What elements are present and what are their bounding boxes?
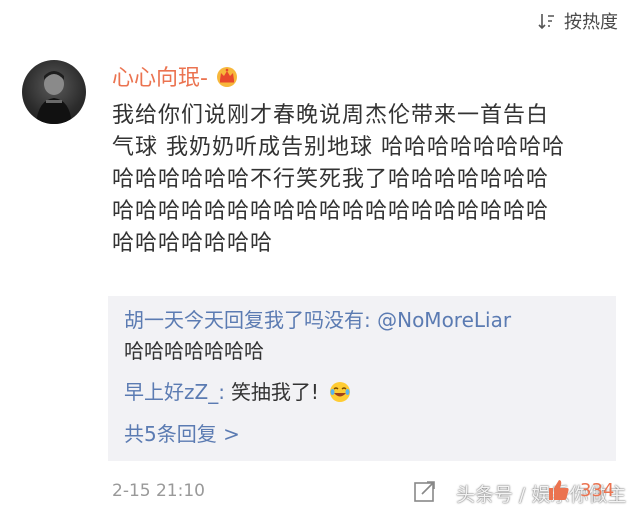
share-icon[interactable] bbox=[412, 478, 438, 504]
like-count: 334 bbox=[580, 480, 615, 501]
comment-line: 哈哈哈哈哈哈哈 bbox=[112, 231, 274, 256]
thumbs-up-icon[interactable] bbox=[546, 477, 572, 503]
sort-by-hot-button[interactable]: 按热度 bbox=[536, 8, 618, 34]
reply-item: 早上好zZ_: 笑抽我了! bbox=[124, 376, 351, 408]
comment-header: 心心向珉- bbox=[112, 60, 240, 92]
avatar[interactable] bbox=[22, 60, 86, 124]
replies-box: 胡一天今天回复我了吗没有: @NoMoreLiar 哈哈哈哈哈哈哈 早上好zZ_… bbox=[108, 296, 616, 461]
reply-item: 胡一天今天回复我了吗没有: @NoMoreLiar bbox=[124, 304, 511, 336]
mention-link[interactable]: @NoMoreLiar bbox=[377, 308, 511, 332]
sort-label: 按热度 bbox=[564, 12, 618, 33]
comment-body: 我给你们说刚才春晚说周杰伦带来一首告白 气球 我奶奶听成告别地球 哈哈哈哈哈哈哈… bbox=[112, 100, 612, 260]
comment-line: 哈哈哈哈哈哈哈哈哈哈哈哈哈哈哈哈哈哈哈 bbox=[112, 199, 550, 224]
comment-line: 气球 我奶奶听成告别地球 哈哈哈哈哈哈哈哈 bbox=[112, 135, 565, 160]
reply-text: 哈哈哈哈哈哈哈 bbox=[124, 339, 264, 363]
reply-username-link[interactable]: 早上好zZ_: bbox=[124, 376, 225, 408]
view-all-replies-link[interactable]: 共5条回复 > bbox=[124, 418, 240, 450]
sort-icon bbox=[538, 14, 554, 30]
reply-username-link[interactable]: 胡一天今天回复我了吗没有: bbox=[124, 308, 371, 332]
laughing-tears-emoji-icon bbox=[329, 382, 350, 402]
avatar-image bbox=[36, 71, 72, 124]
comment-line: 哈哈哈哈哈哈不行笑死我了哈哈哈哈哈哈哈 bbox=[112, 167, 550, 192]
comment-timestamp: 2-15 21:10 bbox=[112, 481, 205, 501]
comment-line: 我给你们说刚才春晚说周杰伦带来一首告白 bbox=[112, 103, 550, 128]
reply-text: 笑抽我了! bbox=[230, 380, 319, 404]
username-link[interactable]: 心心向珉- bbox=[112, 60, 208, 92]
crown-icon bbox=[216, 67, 237, 87]
